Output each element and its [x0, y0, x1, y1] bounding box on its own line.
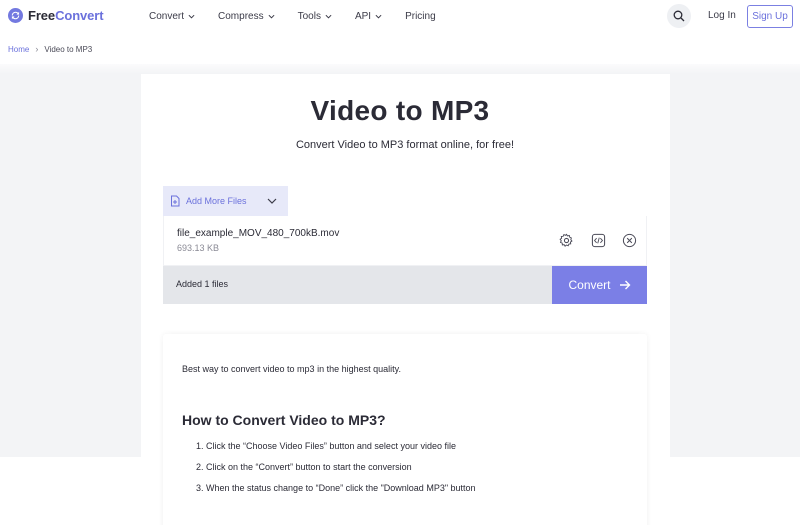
arrow-right-icon: [619, 280, 631, 290]
how-to-step: 2. Click on the “Convert” button to star…: [196, 462, 412, 472]
signup-button[interactable]: Sign Up: [747, 5, 793, 28]
chevron-down-icon[interactable]: [267, 197, 277, 205]
file-plus-icon: [171, 195, 180, 207]
chevron-down-icon: [268, 14, 275, 19]
breadcrumb-home[interactable]: Home: [8, 45, 29, 54]
nav-api[interactable]: API: [355, 11, 382, 22]
nav-convert[interactable]: Convert: [149, 11, 195, 22]
main-nav: Convert Compress Tools API Pricing: [149, 0, 459, 33]
add-files-divider: [259, 186, 260, 216]
status-bar: Added 1 files: [163, 266, 552, 304]
settings-button[interactable]: [559, 233, 574, 248]
how-to-heading: How to Convert Video to MP3?: [182, 412, 386, 428]
breadcrumb-current: Video to MP3: [44, 44, 93, 54]
convert-label: Convert: [568, 278, 611, 292]
close-circle-icon: [622, 233, 637, 248]
chevron-down-icon: [375, 14, 382, 19]
file-row: file_example_MOV_480_700kB.mov 693.13 KB: [163, 216, 647, 266]
files-added-status: Added 1 files: [176, 279, 229, 289]
gear-icon: [559, 233, 573, 247]
code-icon: [591, 233, 606, 248]
nav-tools[interactable]: Tools: [298, 11, 332, 22]
background-right: [670, 74, 800, 457]
file-name: file_example_MOV_480_700kB.mov: [177, 228, 340, 239]
convert-button[interactable]: Convert: [552, 266, 647, 304]
page-subtitle: Convert Video to MP3 format online, for …: [295, 139, 515, 151]
background-band: [0, 64, 800, 74]
page-title: Video to MP3: [310, 95, 490, 126]
search-button[interactable]: [667, 4, 691, 28]
background-left: [0, 74, 141, 457]
add-more-files-label: Add More Files: [186, 196, 247, 206]
logo-icon: [8, 8, 23, 23]
file-size: 693.13 KB: [177, 243, 220, 253]
top-header: FreeConvert Convert Compress Tools API P…: [0, 0, 800, 33]
logo[interactable]: FreeConvert: [8, 8, 104, 23]
logo-text: FreeConvert: [28, 8, 104, 23]
search-icon: [673, 10, 685, 22]
breadcrumb-chevron-icon: ›: [35, 44, 39, 54]
chevron-down-icon: [325, 14, 332, 19]
add-more-files-button[interactable]: Add More Files: [163, 186, 288, 216]
login-link[interactable]: Log In: [708, 10, 736, 21]
chevron-down-icon: [188, 14, 195, 19]
embed-button[interactable]: [591, 233, 606, 248]
how-to-step: 1. Click the “Choose Video Files” button…: [196, 441, 456, 451]
how-to-step: 3. When the status change to “Done” clic…: [196, 483, 476, 493]
breadcrumb: Home › Video to MP3: [8, 44, 92, 54]
remove-file-button[interactable]: [622, 233, 637, 248]
nav-compress[interactable]: Compress: [218, 11, 275, 22]
nav-pricing[interactable]: Pricing: [405, 11, 436, 22]
info-card: Best way to convert video to mp3 in the …: [163, 334, 647, 525]
info-intro: Best way to convert video to mp3 in the …: [182, 364, 401, 374]
how-to-steps: 1. Click the “Choose Video Files” button…: [196, 441, 476, 504]
